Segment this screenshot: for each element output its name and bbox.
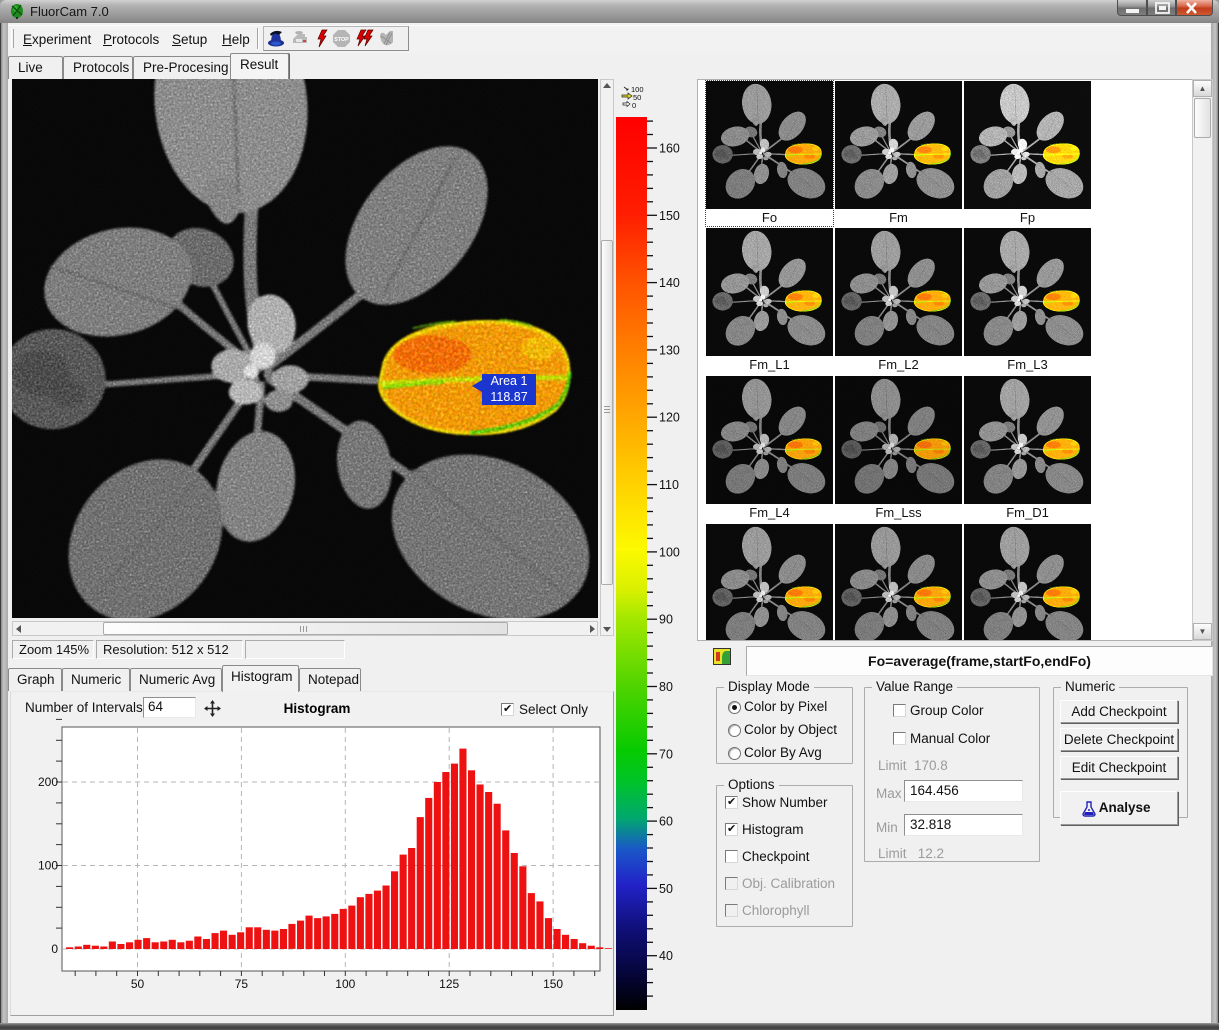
svg-text:0: 0 (51, 942, 58, 956)
svg-text:75: 75 (235, 977, 249, 991)
svg-text:160: 160 (659, 142, 680, 156)
svg-text:120: 120 (659, 411, 680, 425)
svg-text:70: 70 (659, 747, 673, 761)
svg-text:50: 50 (659, 882, 673, 896)
svg-text:130: 130 (659, 343, 680, 357)
svg-text:200: 200 (38, 775, 58, 789)
svg-text:100: 100 (659, 545, 680, 559)
svg-text:40: 40 (659, 949, 673, 963)
svg-text:110: 110 (659, 478, 679, 492)
svg-text:0: 0 (632, 101, 636, 110)
svg-text:STOP: STOP (334, 37, 349, 43)
svg-text:140: 140 (659, 276, 680, 290)
svg-text:100: 100 (335, 977, 355, 991)
svg-text:100: 100 (38, 859, 58, 873)
svg-text:80: 80 (659, 680, 673, 694)
svg-text:60: 60 (659, 815, 673, 829)
svg-text:150: 150 (659, 209, 680, 223)
svg-text:50: 50 (131, 977, 145, 991)
svg-text:90: 90 (659, 613, 673, 627)
svg-text:125: 125 (439, 977, 459, 991)
svg-text:150: 150 (543, 977, 563, 991)
